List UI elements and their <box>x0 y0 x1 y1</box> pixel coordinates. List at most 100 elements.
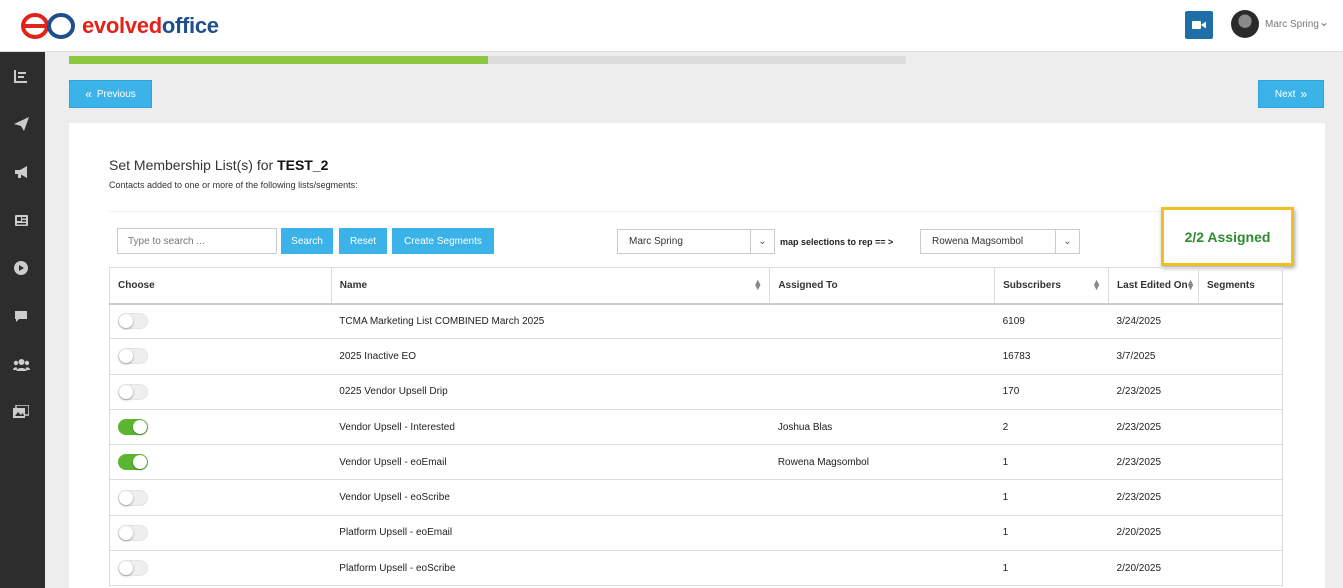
membership-toggle[interactable] <box>118 524 148 541</box>
last-edited-date: 2/20/2025 <box>1108 515 1199 552</box>
membership-toggle[interactable] <box>118 489 148 506</box>
list-name: 0225 Vendor Upsell Drip <box>331 374 770 410</box>
last-edited-date: 2/23/2025 <box>1108 374 1199 410</box>
play-icon[interactable] <box>12 260 30 276</box>
send-icon[interactable] <box>12 116 30 132</box>
previous-button[interactable]: « Previous <box>69 80 152 108</box>
choose-cell <box>109 409 332 446</box>
last-edited-date: 2/23/2025 <box>1108 444 1199 481</box>
assigned-to <box>769 515 995 552</box>
segments-cell <box>1198 374 1283 410</box>
choose-cell <box>109 444 332 481</box>
video-call-button[interactable] <box>1185 11 1213 39</box>
logo-mark-icon <box>21 13 75 39</box>
avatar[interactable] <box>1231 10 1259 38</box>
progress-bar-fill <box>69 56 488 64</box>
segments-cell <box>1198 515 1283 552</box>
column-header-name[interactable]: Name ▲ ▼ <box>330 267 771 305</box>
list-name: Platform Upsell - eoEmail <box>331 515 770 552</box>
column-label: Choose <box>118 279 155 291</box>
top-bar: evolvedoffice Marc Spring ⌄ <box>0 0 1343 52</box>
segments-cell <box>1198 444 1283 481</box>
last-edited-date: 2/23/2025 <box>1108 479 1199 516</box>
table-row: Vendor Upsell - Interested Joshua Blas 2 2/… <box>109 409 1283 446</box>
users-icon[interactable] <box>12 356 30 372</box>
newspaper-icon[interactable] <box>12 212 30 228</box>
list-name: Vendor Upsell - eoEmail <box>331 444 770 481</box>
megaphone-icon[interactable] <box>12 164 30 180</box>
table-row: Vendor Upsell - eoScribe 1 2/23/2025 <box>109 479 1283 516</box>
progress-bar <box>69 56 906 64</box>
previous-button-label: Previous <box>96 88 136 100</box>
sort-icon: ▲ ▼ <box>1186 277 1195 292</box>
membership-toggle[interactable] <box>118 454 148 471</box>
sort-icon: ▲ ▼ <box>1092 277 1102 292</box>
rep-select[interactable]: Marc Spring ⌄ <box>617 229 775 254</box>
subscribers-count: 16783 <box>994 338 1109 375</box>
column-header-last-edited[interactable]: Last Edited On ▲ ▼ <box>1108 267 1199 305</box>
last-edited-date: 2/20/2025 <box>1108 550 1199 587</box>
choose-cell <box>109 338 332 375</box>
membership-table: Choose Name ▲ ▼ Assigned To Subscribers ▲ ▼ … <box>109 267 1283 587</box>
target-rep-select[interactable]: Rowena Magsombol ⌄ <box>920 229 1080 254</box>
assigned-to: Joshua Blas <box>769 409 995 446</box>
rep-select-value: Marc Spring <box>629 236 683 247</box>
logo-text: evolvedoffice <box>82 13 219 38</box>
segments-cell <box>1198 303 1283 340</box>
membership-toggle[interactable] <box>118 419 148 436</box>
membership-toggle[interactable] <box>118 560 148 577</box>
last-edited-date: 2/23/2025 <box>1108 409 1199 446</box>
column-header-segments: Segments <box>1198 267 1283 305</box>
segments-cell <box>1198 409 1283 446</box>
choose-cell <box>109 374 332 410</box>
column-label: Segments <box>1207 279 1255 291</box>
segments-cell <box>1198 338 1283 375</box>
subscribers-count: 170 <box>994 374 1109 410</box>
video-camera-icon <box>1192 21 1206 29</box>
assigned-to <box>769 550 995 587</box>
column-label: Assigned To <box>778 279 838 291</box>
reset-button[interactable]: Reset <box>339 228 387 254</box>
choose-cell <box>109 303 332 340</box>
chart-icon[interactable] <box>12 68 30 84</box>
gallery-icon[interactable] <box>12 404 30 420</box>
chevron-down-icon[interactable]: ⌄ <box>1319 15 1329 29</box>
list-name: Platform Upsell - eoScribe <box>331 550 770 587</box>
double-chevron-left-icon: « <box>85 87 92 101</box>
user-name[interactable]: Marc Spring <box>1265 19 1319 30</box>
membership-card: Set Membership List(s) for TEST_2 Contac… <box>69 123 1325 588</box>
page-subtitle: Contacts added to one or more of the fol… <box>109 180 358 190</box>
membership-toggle[interactable] <box>118 383 148 400</box>
subscribers-count: 6109 <box>994 303 1109 340</box>
next-button[interactable]: Next » <box>1258 80 1324 108</box>
logo[interactable]: evolvedoffice <box>20 10 219 42</box>
column-label: Subscribers <box>1003 279 1061 291</box>
toggle-knob <box>119 525 133 540</box>
table-row: Vendor Upsell - eoEmail Rowena Magsombol 1… <box>109 444 1283 481</box>
search-button[interactable]: Search <box>281 228 333 254</box>
toggle-knob <box>119 314 133 329</box>
table-row: Platform Upsell - eoEmail 1 2/20/2025 <box>109 515 1283 552</box>
column-header-subscribers[interactable]: Subscribers ▲ ▼ <box>994 267 1110 305</box>
create-segments-button[interactable]: Create Segments <box>392 228 494 254</box>
sidebar <box>0 52 45 588</box>
list-name: Vendor Upsell - eoScribe <box>331 479 770 516</box>
choose-cell <box>109 479 332 516</box>
chat-icon[interactable] <box>12 308 30 324</box>
list-name: 2025 Inactive EO <box>331 338 770 375</box>
column-label: Name <box>339 279 368 291</box>
toggle-knob <box>119 349 133 364</box>
membership-toggle[interactable] <box>118 313 148 330</box>
double-chevron-right-icon: » <box>1300 87 1308 101</box>
table-row: Platform Upsell - eoScribe 1 2/20/2025 <box>109 550 1283 587</box>
subscribers-count: 1 <box>994 550 1109 587</box>
last-edited-date: 3/24/2025 <box>1108 303 1199 340</box>
assigned-to <box>769 338 995 375</box>
toggle-knob <box>133 420 147 435</box>
table-row: 2025 Inactive EO 16783 3/7/2025 <box>109 338 1283 375</box>
search-input[interactable] <box>117 228 277 254</box>
membership-toggle[interactable] <box>118 348 148 365</box>
target-rep-select-value: Rowena Magsombol <box>932 236 1024 247</box>
last-edited-date: 3/7/2025 <box>1108 338 1199 375</box>
map-label: map selections to rep == > <box>780 237 894 247</box>
